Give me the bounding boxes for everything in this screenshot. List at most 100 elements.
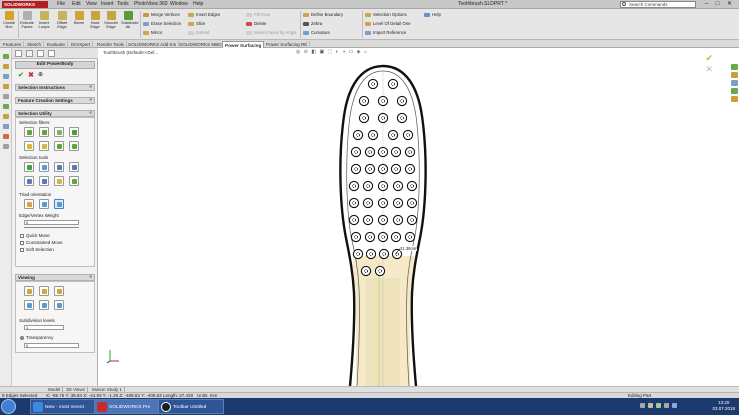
selection-utility-header[interactable]: Selection Utility « [15,110,95,117]
bristle-tuft[interactable] [404,231,416,243]
zebra-button[interactable]: Zebra [303,21,322,27]
help-button[interactable]: Help [424,12,441,18]
select-invert-button[interactable] [69,162,79,172]
start-button[interactable] [1,399,16,414]
dimension-label[interactable]: 21.36mm [400,246,418,251]
transparency-radio[interactable] [20,336,24,340]
reference-tool-icon[interactable] [3,74,9,79]
select-similar-button[interactable] [54,162,64,172]
bristle-tuft[interactable] [392,180,404,192]
filter-vertices-button[interactable] [69,127,79,137]
hard-edge-button[interactable]: Hard Edge [88,11,102,30]
view-wire-button[interactable] [54,300,64,310]
tray-flag-icon[interactable] [664,403,669,408]
select-all-button[interactable] [24,162,34,172]
bristle-tuft[interactable] [364,231,376,243]
create-box-button[interactable]: Create Box [2,11,16,30]
filter-edges-button[interactable] [39,127,49,137]
menu-help[interactable]: Help [193,1,203,8]
tab-solidworks-mbd[interactable]: SOLIDWORKS MBD [177,41,225,48]
selection-instructions-header[interactable]: Selection Instructions» [15,84,95,91]
bristle-tuft[interactable] [387,78,399,90]
maximize-button[interactable]: □ [713,1,722,8]
tray-volume-icon[interactable] [648,403,653,408]
clock[interactable]: 13:20 03.07.2018 [712,400,735,412]
tab-dimxpert[interactable]: DimXpert [69,41,94,48]
taskbar-app-explorer[interactable]: New - most recent [30,399,96,414]
level-of-detail-button[interactable]: Level Of Detail One [365,21,411,27]
feature-tree-tab-icon[interactable] [15,50,22,57]
bristle-tuft[interactable] [396,95,408,107]
bristle-tuft[interactable] [392,214,404,226]
tray-battery-icon[interactable] [656,403,661,408]
bristle-tuft[interactable] [402,129,414,141]
bristle-tuft[interactable] [377,197,389,209]
solidworks-logo[interactable]: SOLIDWORKS [2,1,48,8]
smooth-edge-button[interactable]: Smooth Edge [104,11,118,30]
bristle-tuft[interactable] [364,146,376,158]
taskbar-app-obs[interactable]: Toolbar Untitled [158,399,224,414]
insert-edges-button[interactable]: Insert Edges [188,12,220,18]
search-commands-input[interactable]: Search Commands [620,1,696,8]
bristle-tuft[interactable] [358,95,370,107]
define-boundary-button[interactable]: Define Boundary [303,12,343,18]
pattern-tool-icon[interactable] [3,124,9,129]
menu-view[interactable]: View [86,1,97,8]
options-tool-icon[interactable] [3,144,9,149]
quick-move-checkbox[interactable] [20,234,24,238]
select-vertical-button[interactable] [24,176,34,186]
tray-network-icon[interactable] [640,403,645,408]
bristle-tuft[interactable] [377,146,389,158]
bristle-tuft[interactable] [364,163,376,175]
bristle-tuft[interactable] [360,265,372,277]
filter-shrink-button[interactable] [69,141,79,151]
select-horizontal-button[interactable] [39,176,49,186]
close-button[interactable]: ✕ [725,1,734,8]
tab-features[interactable]: Features [1,41,25,48]
bristle-tuft[interactable] [377,214,389,226]
bristle-tuft[interactable] [404,146,416,158]
tab-evaluate[interactable]: Evaluate [45,41,68,48]
delete-button[interactable]: Delete [246,21,266,27]
offset-edge-button[interactable]: Offset Edge [55,11,69,30]
property-manager-tab-icon[interactable] [26,50,33,57]
tab-solidworks-addins[interactable]: SOLIDWORKS Add-Ins [126,41,179,48]
bristle-tuft[interactable] [350,231,362,243]
filter-loop-button[interactable] [24,141,34,151]
select-faces-by-angle-button[interactable]: Select Faces by Angle [246,30,297,36]
triad-normal-button[interactable] [54,199,64,209]
bristle-tuft[interactable] [362,197,374,209]
viewing-header[interactable]: Viewing « [15,274,95,281]
measure-tool-icon[interactable] [3,94,9,99]
select-region-button[interactable] [69,176,79,186]
tray-app-icon[interactable] [672,403,677,408]
filter-ring-button[interactable] [39,141,49,151]
view-cage-button[interactable] [24,286,34,296]
filter-grow-button[interactable] [54,141,64,151]
bristle-tuft[interactable] [362,180,374,192]
bristle-tuft[interactable] [390,231,402,243]
cancel-button[interactable]: ✖ [28,72,34,79]
bristle-tuft[interactable] [387,129,399,141]
surface-tool-icon[interactable] [3,84,9,89]
edge-vertex-weight-input[interactable]: 0 [24,220,79,225]
extrude-faces-button[interactable]: Extrude Faces [20,11,34,30]
bristle-tuft[interactable] [374,265,386,277]
menu-edit[interactable]: Edit [72,1,81,8]
bristle-tuft[interactable] [390,146,402,158]
menu-photoview[interactable]: PhotoView 360 [134,1,168,8]
merge-vertices-button[interactable]: Merge Vertices [143,12,180,18]
tab-power-surfacing[interactable]: Power Surfacing [222,41,265,48]
view-symmetry-button[interactable] [39,300,49,310]
slice-button[interactable]: Slice [188,21,205,27]
bristle-tuft[interactable] [378,248,390,260]
erase-selection-button[interactable]: Erase Selection [143,21,181,27]
triad-local-button[interactable] [39,199,49,209]
bristle-tuft[interactable] [377,112,389,124]
bristle-tuft[interactable] [348,197,360,209]
menu-tools[interactable]: Tools [117,1,129,8]
triad-global-button[interactable] [24,199,34,209]
menu-insert[interactable]: Insert [101,1,114,8]
curvature-button[interactable]: Curvature [303,30,330,36]
bristle-tuft[interactable] [348,180,360,192]
